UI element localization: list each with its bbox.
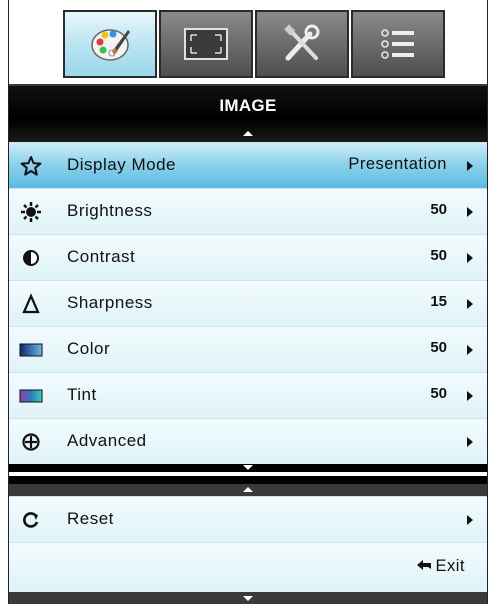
star-icon [19, 154, 43, 178]
menu-item-advanced[interactable]: Advanced [9, 418, 487, 464]
advanced-icon [19, 430, 43, 454]
tab-display[interactable] [159, 10, 253, 78]
chevron-right-icon [467, 391, 473, 401]
menu-item-label: Advanced [67, 431, 147, 450]
menu-item-label: Color [67, 339, 111, 358]
screen-resize-icon [183, 27, 229, 61]
divider [9, 476, 487, 484]
chevron-right-icon [467, 515, 473, 525]
chevron-right-icon [467, 253, 473, 263]
tools-icon [280, 24, 324, 64]
exit-label: Exit [435, 557, 465, 575]
divider [9, 484, 487, 496]
menu-item-brightness[interactable]: Brightness 50 [9, 188, 487, 234]
menu-item-value: Presentation [348, 155, 447, 173]
scroll-down-arrow[interactable] [243, 465, 253, 470]
reset-icon [19, 508, 43, 532]
menu-item-value: 50 [430, 201, 447, 218]
chevron-right-icon [467, 207, 473, 217]
menu-item-reset[interactable]: Reset [9, 496, 487, 542]
back-arrow-icon [416, 557, 435, 576]
menu-item-display-mode[interactable]: Display Mode Presentation [9, 142, 487, 188]
list-icon [378, 27, 418, 61]
palette-icon [88, 22, 132, 66]
menu-item-color[interactable]: Color 50 [9, 326, 487, 372]
menu-item-label: Tint [67, 385, 97, 404]
contrast-icon [19, 246, 43, 270]
menu-item-value: 15 [430, 293, 447, 310]
menu-item-label: Contrast [67, 247, 136, 266]
scroll-up-arrow[interactable] [243, 487, 253, 492]
menu-item-tint[interactable]: Tint 50 [9, 372, 487, 418]
menu-item-value: 50 [430, 247, 447, 264]
color-icon [19, 338, 43, 362]
sun-icon [19, 200, 43, 224]
tab-setup[interactable] [255, 10, 349, 78]
tab-bar [9, 0, 487, 84]
menu-item-label: Reset [67, 509, 114, 528]
menu-item-value: 50 [430, 385, 447, 402]
menu-item-label: Sharpness [67, 293, 153, 312]
scroll-down-arrow[interactable] [243, 596, 253, 601]
menu-title-bar: IMAGE [9, 84, 487, 142]
osd-menu: IMAGE Display Mode Presentation Brightne… [8, 0, 488, 604]
divider [9, 592, 487, 604]
chevron-right-icon [467, 161, 473, 171]
menu-item-label: Display Mode [67, 155, 176, 174]
exit-row: Exit [9, 542, 487, 592]
scroll-up-arrow[interactable] [243, 131, 253, 136]
menu-item-label: Brightness [67, 201, 153, 220]
tab-image[interactable] [63, 10, 157, 78]
tint-icon [19, 384, 43, 408]
tab-options[interactable] [351, 10, 445, 78]
menu-item-value: 50 [430, 339, 447, 356]
sharpness-icon [19, 292, 43, 316]
menu-item-sharpness[interactable]: Sharpness 15 [9, 280, 487, 326]
menu-title: IMAGE [219, 96, 277, 115]
divider [9, 464, 487, 472]
menu-item-contrast[interactable]: Contrast 50 [9, 234, 487, 280]
chevron-right-icon [467, 345, 473, 355]
chevron-right-icon [467, 299, 473, 309]
exit-button[interactable]: Exit [416, 557, 465, 576]
chevron-right-icon [467, 437, 473, 447]
